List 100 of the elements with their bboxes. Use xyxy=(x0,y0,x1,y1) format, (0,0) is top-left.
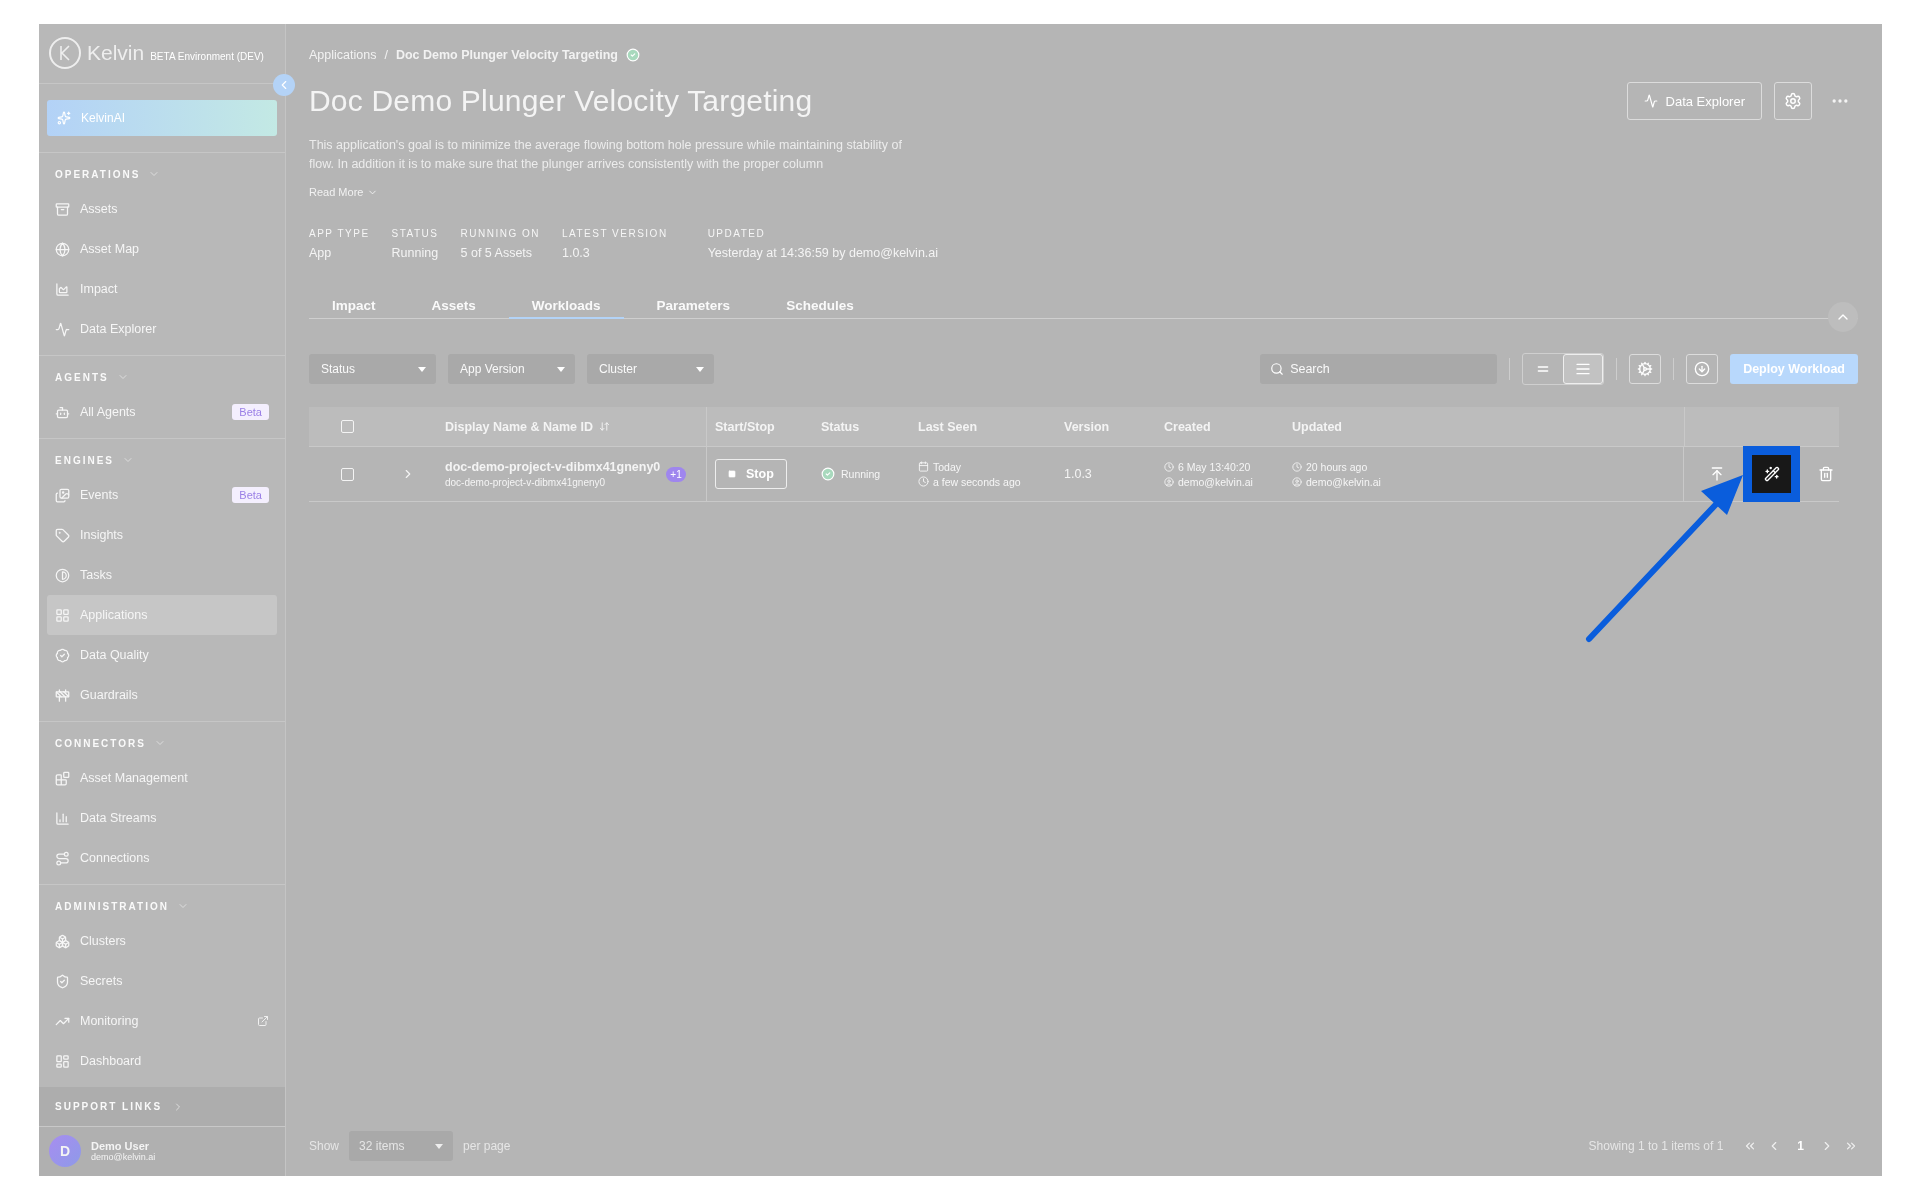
nav-item[interactable]: Clusters xyxy=(47,921,277,962)
tab[interactable]: Schedules xyxy=(763,294,877,319)
page-size-dropdown[interactable]: 32 items xyxy=(349,1131,454,1161)
tag-icon xyxy=(55,527,70,543)
stop-button[interactable]: Stop xyxy=(715,459,787,489)
nav-item[interactable]: Data Quality xyxy=(47,635,277,676)
caret-icon xyxy=(696,366,704,372)
nav-item[interactable]: Guardrails xyxy=(47,675,277,716)
column-header: Created xyxy=(1164,419,1211,434)
wand-icon xyxy=(1763,466,1780,482)
tab[interactable]: Assets xyxy=(408,294,499,319)
clock-icon xyxy=(918,476,929,487)
beta-badge: Beta xyxy=(232,404,269,421)
meta-label: STATUS xyxy=(391,228,439,239)
nav-item[interactable]: Asset Management xyxy=(47,758,277,799)
deploy-workload-button[interactable]: Deploy Workload xyxy=(1730,354,1858,384)
nav-item[interactable]: Data Streams xyxy=(47,798,277,839)
page-number[interactable]: 1 xyxy=(1791,1139,1810,1153)
nav-item[interactable]: Impact xyxy=(47,269,277,310)
dashboard-icon xyxy=(55,1053,70,1069)
collapse-up-button[interactable] xyxy=(1828,302,1858,332)
nav-item[interactable]: Insights xyxy=(47,515,277,556)
wand-button[interactable] xyxy=(1743,446,1800,502)
meta-label: UPDATED xyxy=(707,228,767,239)
tab[interactable]: Impact xyxy=(309,294,399,319)
route-icon xyxy=(55,850,70,866)
created-by: demo@kelvin.ai xyxy=(1178,475,1253,488)
nav-item[interactable]: Connections xyxy=(47,838,277,879)
pulse-icon xyxy=(55,321,70,337)
bar-chart-icon xyxy=(55,810,70,826)
images-icon xyxy=(55,487,70,503)
version-text: 1.0.3 xyxy=(1064,467,1092,481)
column-header: Last Seen xyxy=(918,419,978,434)
tab[interactable]: Parameters xyxy=(633,294,754,319)
search-field[interactable]: Search xyxy=(1260,354,1498,384)
tab[interactable]: Workloads xyxy=(508,294,624,319)
column-header: Updated xyxy=(1292,419,1342,434)
area-chart-icon xyxy=(55,281,70,297)
nav-item[interactable]: Events Beta xyxy=(47,475,277,516)
box-icon xyxy=(55,201,70,217)
ai-button[interactable]: KelvinAI xyxy=(47,99,277,137)
nav-item[interactable]: Tasks xyxy=(47,555,277,596)
last-seen-date: Today xyxy=(933,460,962,473)
clock-icon xyxy=(1164,461,1174,472)
workload-id: doc-demo-project-v-dibmx41gneny0 xyxy=(445,477,607,488)
gear-icon xyxy=(1637,361,1654,377)
column-header: Start/Stop xyxy=(715,419,775,434)
section-title: OPERATIONS xyxy=(55,168,141,180)
nav-item[interactable]: Monitoring xyxy=(47,1001,277,1042)
nav-item[interactable]: Dashboard xyxy=(47,1041,277,1082)
collapse-button[interactable] xyxy=(273,74,295,96)
filter-dropdown[interactable]: Cluster xyxy=(587,354,714,384)
read-more-link[interactable]: Read More xyxy=(309,186,379,198)
list-view-button[interactable] xyxy=(1563,354,1604,384)
sort-icon[interactable] xyxy=(599,421,610,432)
user-icon xyxy=(1292,476,1302,487)
section-title: ENGINES xyxy=(55,454,114,466)
meta-value: App xyxy=(309,246,333,260)
avatar[interactable]: D xyxy=(49,1135,81,1168)
column-settings-button[interactable] xyxy=(1629,354,1662,384)
nav-item[interactable]: Assets xyxy=(47,189,277,230)
section-title[interactable]: SUPPORT LINKS xyxy=(55,1101,163,1113)
nav-item[interactable]: All Agents Beta xyxy=(47,392,277,433)
nav-item[interactable]: Asset Map xyxy=(47,229,277,270)
check-icon xyxy=(625,48,640,62)
settings-button[interactable] xyxy=(1774,82,1812,120)
last-page-icon[interactable] xyxy=(1844,1139,1858,1153)
count-badge: +1 xyxy=(666,466,686,482)
nav-item[interactable]: Secrets xyxy=(47,961,277,1002)
filter-dropdown[interactable]: App Version xyxy=(448,354,575,384)
barrier-icon xyxy=(55,687,70,703)
checkbox[interactable] xyxy=(341,467,354,481)
blocks-icon xyxy=(55,770,70,786)
badge-icon xyxy=(55,647,70,663)
breadcrumb-item: Doc Demo Plunger Velocity Targeting xyxy=(395,48,618,62)
filter-dropdown[interactable]: Status xyxy=(309,354,436,384)
data-explorer-button[interactable]: Data Explorer xyxy=(1626,82,1762,120)
nav-item[interactable]: Data Explorer xyxy=(47,309,277,350)
lines-icon xyxy=(1575,361,1592,377)
user-icon xyxy=(1164,476,1174,487)
checkbox[interactable] xyxy=(341,420,354,433)
half-circle-icon xyxy=(55,567,70,583)
globe-icon xyxy=(55,241,70,257)
section-title: ADMINISTRATION xyxy=(55,900,169,912)
bot-icon xyxy=(55,404,70,420)
grid-icon xyxy=(55,607,70,623)
logo-icon xyxy=(49,37,81,70)
updated-time: 20 hours ago xyxy=(1306,460,1368,473)
download-button[interactable] xyxy=(1686,354,1719,384)
column-header[interactable]: Display Name & Name ID xyxy=(445,419,593,434)
breadcrumb-item[interactable]: Applications xyxy=(309,48,377,62)
search-icon xyxy=(1270,362,1285,376)
beta-badge: Beta xyxy=(232,487,269,504)
caret-icon xyxy=(435,1143,444,1149)
caret-icon xyxy=(418,366,426,372)
environment-label: BETA Environment (DEV) xyxy=(150,50,264,62)
meta-value: Running xyxy=(391,246,439,260)
external-link-icon[interactable] xyxy=(257,1015,269,1028)
last-seen-time: a few seconds ago xyxy=(933,475,1021,488)
caret-icon xyxy=(557,366,565,372)
